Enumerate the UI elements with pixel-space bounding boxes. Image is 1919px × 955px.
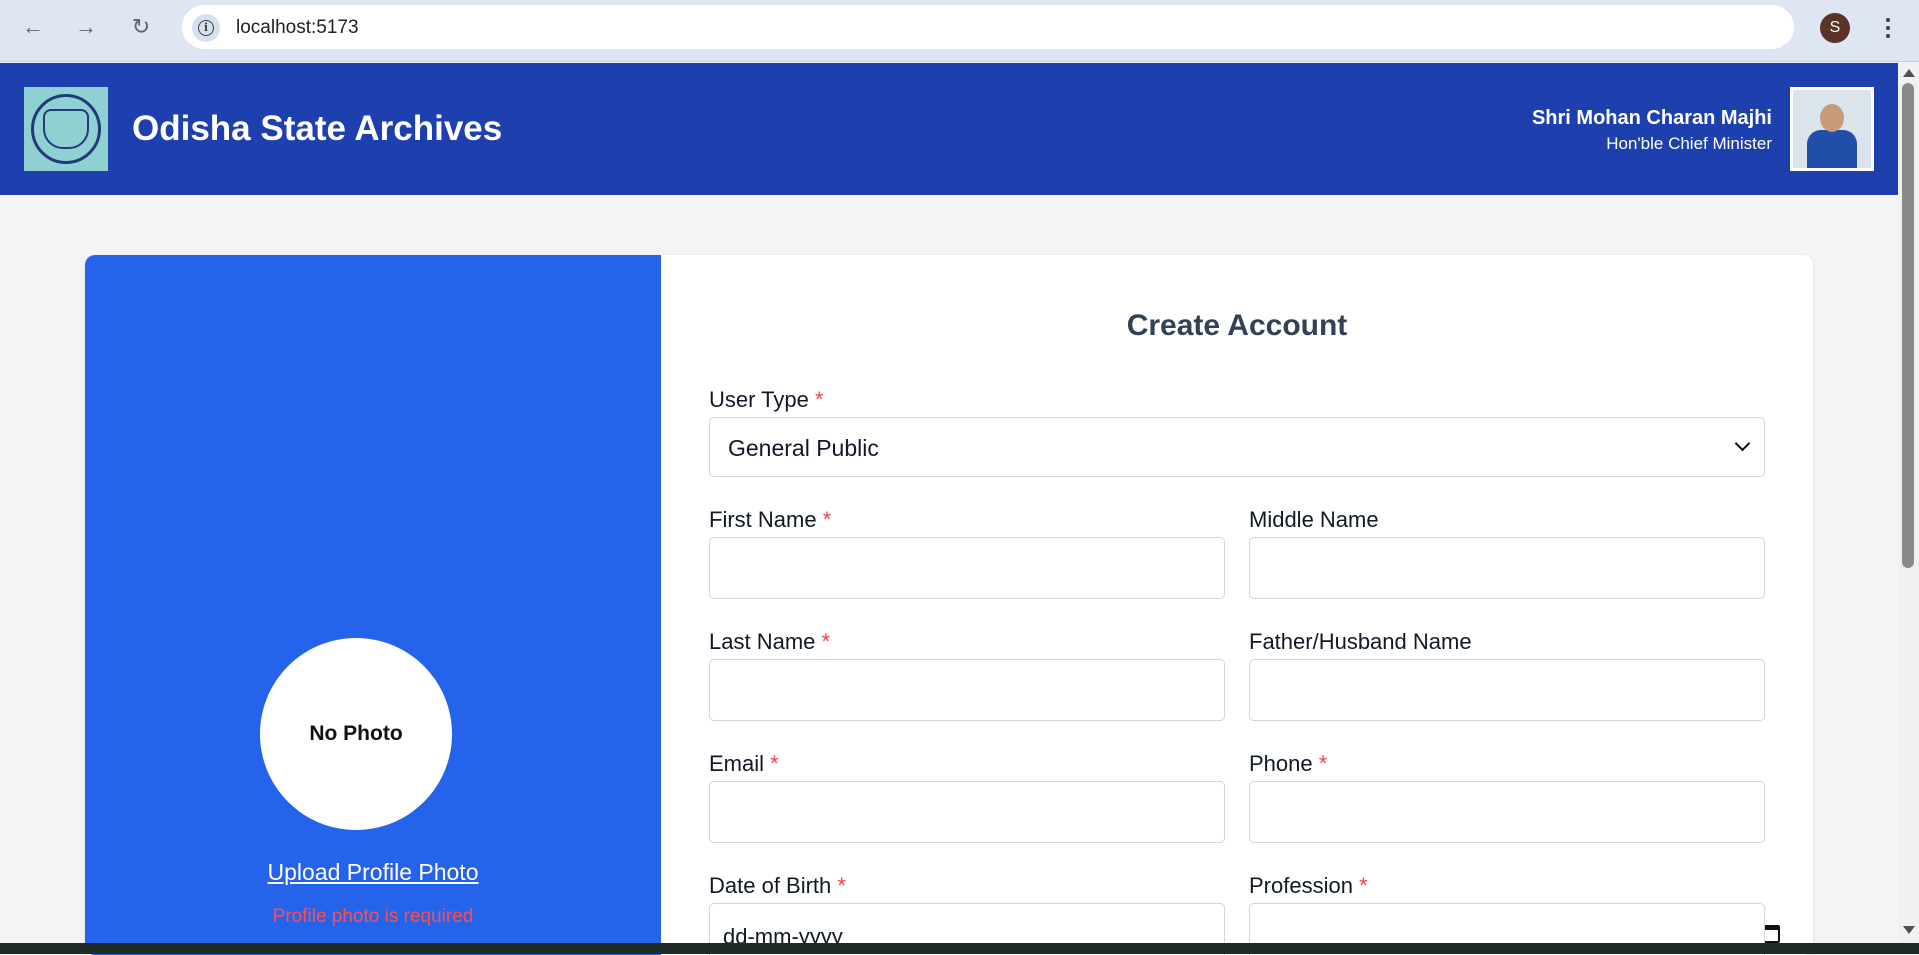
- os-taskbar: [0, 943, 1919, 954]
- browser-profile-avatar[interactable]: S: [1820, 13, 1850, 43]
- page-scrollbar[interactable]: [1898, 63, 1919, 943]
- user-type-label: User Type *: [709, 387, 824, 412]
- profile-photo-panel: No Photo Upload Profile Photo Profile ph…: [85, 255, 661, 955]
- middle-name-input[interactable]: [1249, 537, 1765, 599]
- required-mark: *: [837, 873, 846, 898]
- chief-minister-photo: [1790, 87, 1874, 171]
- create-account-form: Create Account User Type * General Publi…: [661, 255, 1813, 955]
- forward-arrow-icon[interactable]: →: [71, 12, 101, 42]
- scroll-down-arrow-icon[interactable]: [1903, 926, 1915, 934]
- browser-toolbar: ← → ↻ i localhost:5173 ☆ S: [0, 0, 1919, 62]
- user-type-value: General Public: [728, 435, 879, 461]
- profession-label: Profession *: [1249, 873, 1368, 898]
- reload-icon[interactable]: ↻: [126, 12, 156, 42]
- father-husband-name-input[interactable]: [1249, 659, 1765, 721]
- required-mark: *: [821, 629, 831, 654]
- required-mark: *: [814, 387, 824, 412]
- middle-name-label: Middle Name: [1249, 507, 1379, 532]
- address-bar[interactable]: i localhost:5173 ☆: [182, 5, 1794, 49]
- last-name-input[interactable]: [709, 659, 1225, 721]
- profile-photo-error: Profile photo is required: [272, 906, 474, 927]
- site-title: Odisha State Archives: [132, 109, 503, 148]
- browser-menu-icon[interactable]: [1878, 13, 1898, 43]
- chevron-down-icon: [1734, 435, 1751, 452]
- upload-profile-photo-link[interactable]: Upload Profile Photo: [85, 859, 661, 886]
- url-text[interactable]: localhost:5173: [236, 17, 359, 39]
- scroll-up-arrow-icon[interactable]: [1903, 69, 1915, 77]
- back-arrow-icon[interactable]: ←: [18, 12, 48, 42]
- required-mark: *: [770, 751, 779, 776]
- required-mark: *: [822, 507, 832, 532]
- first-name-input[interactable]: [709, 537, 1225, 599]
- scroll-thumb[interactable]: [1902, 83, 1914, 568]
- odisha-emblem-logo: [24, 87, 108, 171]
- registration-card: No Photo Upload Profile Photo Profile ph…: [85, 255, 1813, 955]
- no-photo-text: No Photo: [309, 722, 403, 745]
- required-mark: *: [1359, 873, 1368, 898]
- form-title: Create Account: [1126, 309, 1348, 342]
- required-mark: *: [1318, 751, 1328, 776]
- phone-label: Phone *: [1249, 751, 1328, 776]
- date-of-birth-label: Date of Birth *: [709, 873, 846, 898]
- first-name-label: First Name *: [709, 507, 832, 532]
- phone-input[interactable]: [1249, 781, 1765, 843]
- email-input[interactable]: [709, 781, 1225, 843]
- profile-photo-preview: No Photo: [260, 638, 452, 830]
- father-husband-name-label: Father/Husband Name: [1249, 629, 1472, 654]
- site-info-icon[interactable]: i: [192, 14, 220, 42]
- email-label: Email *: [709, 751, 779, 776]
- site-header: Odisha State Archives Shri Mohan Charan …: [0, 63, 1898, 195]
- last-name-label: Last Name *: [709, 629, 831, 654]
- chief-minister-title: Hon'ble Chief Minister: [1606, 134, 1772, 153]
- user-type-select[interactable]: General Public: [709, 417, 1765, 477]
- chief-minister-name: Shri Mohan Charan Majhi: [1531, 107, 1772, 129]
